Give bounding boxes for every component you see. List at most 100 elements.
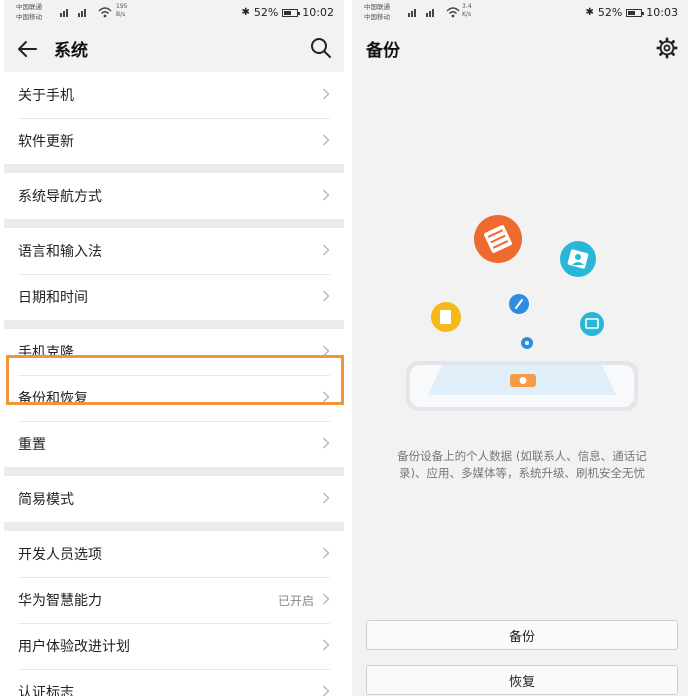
settings-row[interactable]: 重置: [4, 421, 344, 467]
settings-row[interactable]: 手机克隆: [4, 329, 344, 375]
battery-icon: [626, 8, 645, 17]
settings-group: 关于手机 软件更新: [4, 72, 344, 164]
settings-row-label: 软件更新: [18, 134, 74, 150]
net-speed-unit: B/s: [116, 11, 126, 18]
battery-percent: 52%: [253, 6, 279, 19]
page-title: 系统: [54, 41, 88, 61]
wifi-icon: [98, 7, 112, 18]
settings-row-label: 手机克隆: [18, 345, 74, 361]
settings-row-label: 备份和恢复: [18, 391, 88, 407]
orange-list-icon: [474, 215, 522, 263]
settings-group: 语言和输入法 日期和时间: [4, 228, 344, 320]
restore-button[interactable]: 恢复: [366, 665, 678, 695]
signal-icon: [408, 9, 434, 17]
net-speed-value: 195: [116, 3, 128, 10]
settings-row-label: 系统导航方式: [18, 189, 102, 205]
status-right: ✱ 52% 10:03: [585, 6, 678, 19]
backup-screen: 中国联通 中国移动 3.4 K/s ✱ 52% 10:03 备份 备份设备上的个…: [352, 0, 688, 696]
settings-row-label: 关于手机: [18, 88, 74, 104]
settings-row-label: 重置: [18, 437, 46, 453]
signal-icon: [60, 9, 86, 17]
settings-row[interactable]: 软件更新: [4, 118, 344, 164]
settings-row[interactable]: 系统导航方式: [4, 173, 344, 219]
settings-row[interactable]: 备份和恢复: [4, 375, 344, 421]
battery-icon: [282, 8, 301, 17]
chevron-right-icon: [323, 88, 330, 100]
settings-row-label: 简易模式: [18, 492, 74, 508]
bluetooth-icon: ✱: [585, 7, 594, 18]
chevron-right-icon: [323, 492, 330, 504]
chevron-right-icon: [323, 134, 330, 146]
net-speed: 195 B/s: [116, 3, 127, 19]
net-speed-value: 3.4: [462, 3, 472, 10]
settings-row[interactable]: 华为智慧能力 已开启: [4, 577, 344, 623]
backup-illustration: [406, 215, 638, 411]
carrier-1: 中国联通: [364, 3, 390, 11]
settings-row[interactable]: 开发人员选项: [4, 531, 344, 577]
group-separator: [4, 467, 344, 476]
chevron-right-icon: [323, 189, 330, 201]
bluetooth-icon: ✱: [241, 7, 250, 18]
settings-row[interactable]: 语言和输入法: [4, 228, 344, 274]
settings-row-label: 开发人员选项: [18, 547, 102, 563]
chevron-right-icon: [323, 639, 330, 651]
carrier-names: 中国联通 中国移动: [16, 2, 42, 22]
page-title: 备份: [366, 41, 400, 61]
settings-row-label: 认证标志: [18, 685, 74, 696]
wifi-icon: [446, 7, 460, 18]
clock: 10:03: [646, 6, 678, 19]
chevron-right-icon: [323, 685, 330, 696]
blue-link-icon: [509, 294, 529, 314]
chevron-right-icon: [323, 290, 330, 302]
chevron-right-icon: [323, 345, 330, 357]
settings-row-label: 语言和输入法: [18, 244, 102, 260]
chevron-right-icon: [323, 547, 330, 559]
settings-row[interactable]: 关于手机: [4, 72, 344, 118]
search-icon[interactable]: [310, 37, 332, 59]
back-arrow-icon[interactable]: [16, 37, 40, 61]
system-settings-screen: 中国联通 中国移动 195 B/s ✱ 52% 10:02 系统 关于手机 软件…: [4, 0, 344, 696]
status-bar: 中国联通 中国移动 195 B/s ✱ 52% 10:02: [4, 0, 344, 26]
settings-row-value: 已开启: [277, 593, 314, 608]
settings-row[interactable]: 简易模式: [4, 476, 344, 522]
chevron-right-icon: [323, 593, 330, 605]
backup-button[interactable]: 备份: [366, 620, 678, 650]
battery-percent: 52%: [597, 6, 623, 19]
clock: 10:02: [302, 6, 334, 19]
backup-description: 备份设备上的个人数据 (如联系人、信息、通话记录)、应用、多媒体等，系统升级、刷…: [397, 449, 647, 480]
settings-group: 开发人员选项 华为智慧能力 已开启用户体验改进计划认证标志: [4, 531, 344, 696]
yellow-document-icon: [431, 302, 461, 332]
group-separator: [4, 522, 344, 531]
cyan-contacts-icon: [560, 241, 596, 277]
carrier-names: 中国联通 中国移动: [364, 2, 390, 22]
cyan-screen-icon: [580, 312, 604, 336]
phone-device-shape: [406, 361, 638, 411]
settings-row[interactable]: 用户体验改进计划: [4, 623, 344, 669]
settings-row[interactable]: 日期和时间: [4, 274, 344, 320]
carrier-1: 中国联通: [16, 3, 42, 11]
title-bar: 系统: [4, 26, 344, 72]
gear-icon[interactable]: [656, 37, 678, 59]
carrier-2: 中国移动: [16, 13, 42, 21]
net-speed-unit: K/s: [462, 11, 472, 18]
settings-group: 手机克隆备份和恢复重置: [4, 329, 344, 467]
carrier-2: 中国移动: [364, 13, 390, 21]
chevron-right-icon: [323, 391, 330, 403]
title-bar: 备份: [352, 26, 688, 72]
group-separator: [4, 219, 344, 228]
small-blue-dot: [521, 337, 533, 349]
settings-row-label: 用户体验改进计划: [18, 639, 130, 655]
status-bar: 中国联通 中国移动 3.4 K/s ✱ 52% 10:03: [352, 0, 688, 26]
settings-list: 关于手机 软件更新 系统导航方式 语言和输入法 日期和时间 手机克隆 备份和恢复 重置 简易模式…: [4, 72, 344, 696]
settings-row[interactable]: 认证标志: [4, 669, 344, 696]
settings-row-label: 日期和时间: [18, 290, 88, 306]
settings-group: 系统导航方式: [4, 173, 344, 219]
chevron-right-icon: [323, 244, 330, 256]
chevron-right-icon: [323, 437, 330, 449]
status-right: ✱ 52% 10:02: [241, 6, 334, 19]
settings-group: 简易模式: [4, 476, 344, 522]
group-separator: [4, 164, 344, 173]
net-speed: 3.4 K/s: [462, 3, 472, 19]
group-separator: [4, 320, 344, 329]
settings-row-label: 华为智慧能力: [18, 593, 102, 609]
